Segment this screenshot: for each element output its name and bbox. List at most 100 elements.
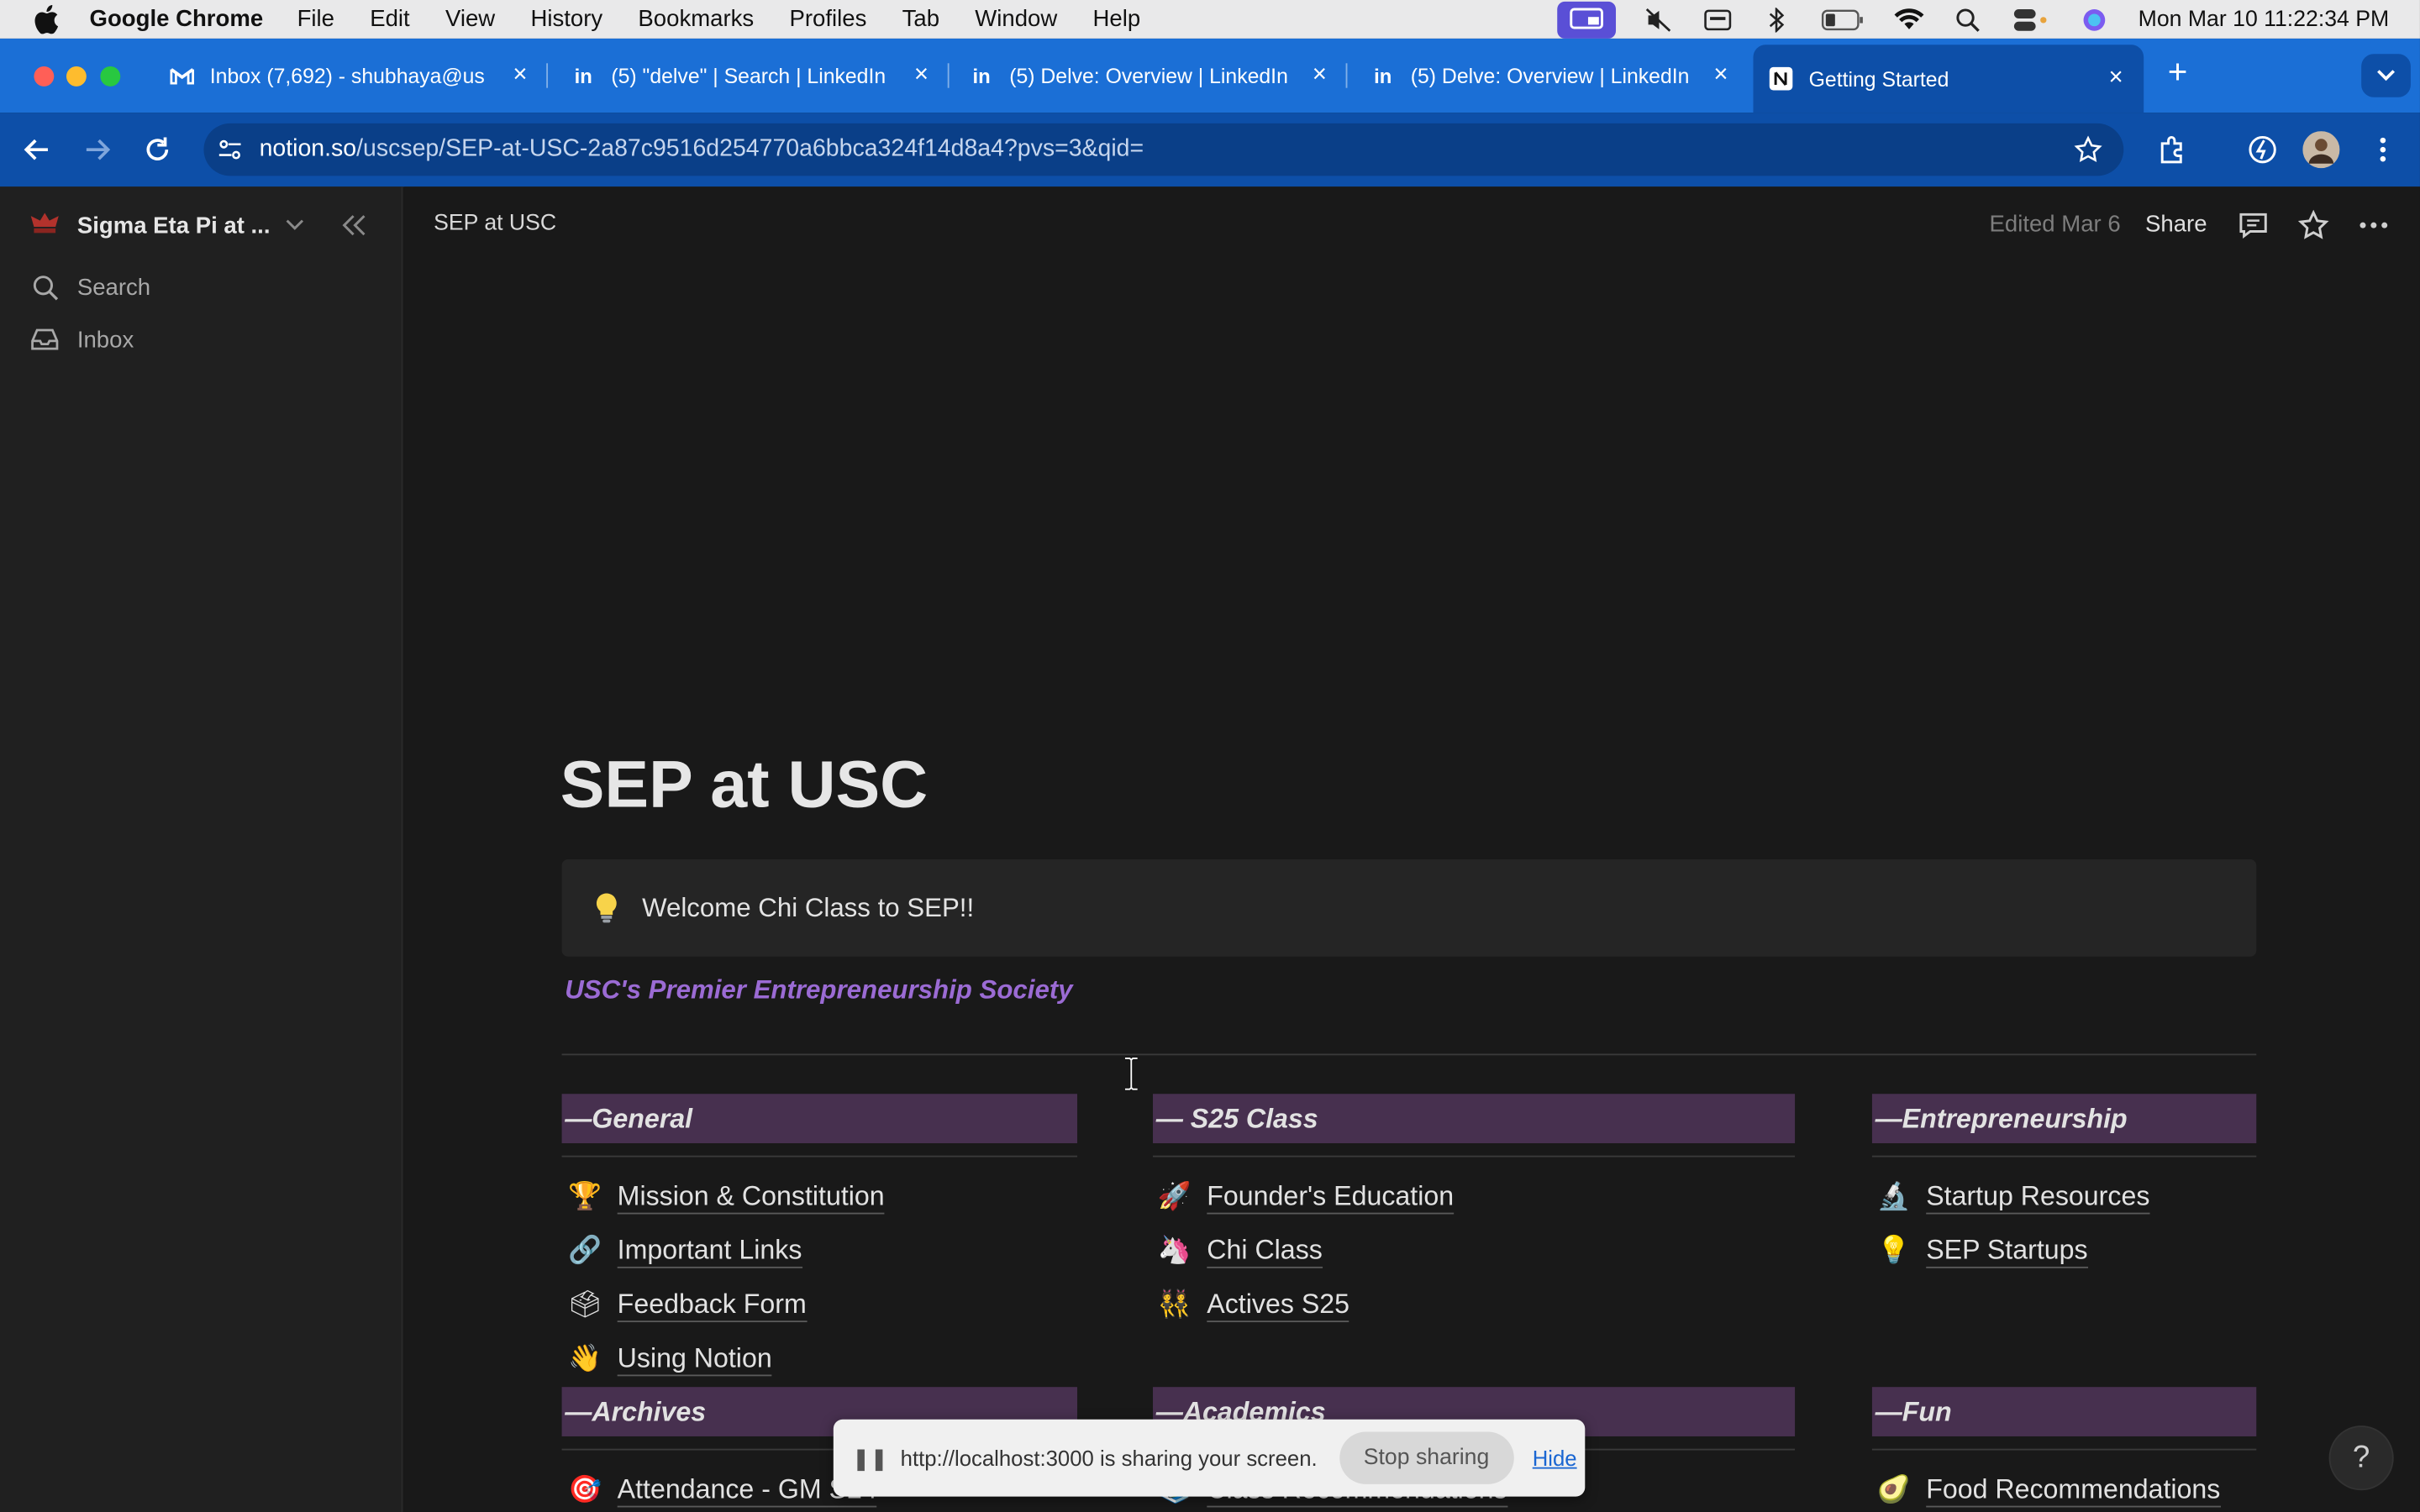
menu-bookmarks[interactable]: Bookmarks bbox=[638, 6, 754, 32]
hide-sharing-bar-link[interactable]: Hide bbox=[1533, 1446, 1577, 1470]
close-tab-icon[interactable]: × bbox=[508, 61, 532, 87]
menu-profiles[interactable]: Profiles bbox=[789, 6, 866, 32]
performance-icon[interactable] bbox=[2244, 131, 2281, 168]
apple-icon[interactable] bbox=[31, 4, 62, 35]
tab-separator bbox=[1345, 63, 1348, 88]
link-label: Food Recommendations bbox=[1926, 1471, 2221, 1507]
tab-gmail[interactable]: Inbox (7,692) - shubhaya@us × bbox=[170, 54, 549, 97]
breadcrumb[interactable]: SEP at USC bbox=[434, 212, 556, 236]
tab-separator bbox=[546, 63, 549, 88]
page-link-feedback-form[interactable]: 🗳 Feedback Form bbox=[566, 1284, 807, 1324]
help-button[interactable]: ? bbox=[2330, 1426, 2392, 1489]
macos-menubar: Google Chrome File Edit View History Boo… bbox=[0, 0, 2420, 39]
link-label: Using Notion bbox=[617, 1340, 772, 1376]
page-link-important-links[interactable]: 🔗 Important Links bbox=[566, 1230, 802, 1270]
linkedin-icon: in bbox=[972, 64, 991, 87]
menu-tab[interactable]: Tab bbox=[902, 6, 939, 32]
chain-link-icon: 🔗 bbox=[568, 1233, 602, 1265]
menu-edit[interactable]: Edit bbox=[370, 6, 409, 32]
tab-linkedin-search[interactable]: in (5) "delve" | Search | LinkedIn × bbox=[571, 54, 950, 97]
callout-block[interactable]: Welcome Chi Class to SEP!! bbox=[561, 859, 2257, 957]
sidebar-item-inbox[interactable]: Inbox bbox=[31, 323, 134, 356]
menubar-clock[interactable]: Mon Mar 10 11:22:34 PM bbox=[2139, 7, 2390, 31]
close-tab-icon[interactable]: × bbox=[1708, 61, 1733, 87]
page-link-attendance[interactable]: 🎯 Attendance - GM S24 bbox=[566, 1469, 877, 1509]
link-label: Mission & Constitution bbox=[617, 1178, 885, 1214]
menu-window[interactable]: Window bbox=[975, 6, 1057, 32]
forward-button[interactable] bbox=[79, 131, 116, 168]
mute-icon[interactable] bbox=[1644, 7, 1676, 31]
heading-s25-class[interactable]: — S25 Class bbox=[1153, 1094, 1796, 1143]
close-tab-icon[interactable]: × bbox=[2103, 65, 2128, 91]
linkedin-icon: in bbox=[1374, 64, 1392, 87]
bluetooth-icon[interactable] bbox=[1762, 7, 1793, 32]
people-icon: 👯 bbox=[1157, 1287, 1192, 1319]
control-center-icon[interactable] bbox=[2012, 7, 2052, 31]
link-label: Startup Resources bbox=[1926, 1178, 2150, 1214]
page-link-using-notion[interactable]: 👋 Using Notion bbox=[566, 1337, 772, 1378]
heading-divider bbox=[1871, 1155, 2257, 1158]
extensions-icon[interactable] bbox=[2154, 131, 2191, 168]
heading-general[interactable]: —General bbox=[561, 1094, 1078, 1143]
menu-history[interactable]: History bbox=[530, 6, 602, 32]
menu-file[interactable]: File bbox=[297, 6, 334, 32]
page-link-mission-constitution[interactable]: 🏆 Mission & Constitution bbox=[566, 1176, 885, 1216]
tab-search-button[interactable] bbox=[2361, 54, 2411, 97]
site-info-icon[interactable] bbox=[216, 136, 244, 164]
address-bar[interactable]: notion.so/uscsep/SEP-at-USC-2a87c9516d25… bbox=[203, 123, 2124, 176]
tab-linkedin-delve-2[interactable]: in (5) Delve: Overview | LinkedIn × bbox=[1370, 54, 1733, 97]
close-tab-icon[interactable]: × bbox=[1307, 61, 1332, 87]
siri-icon[interactable] bbox=[2080, 7, 2111, 31]
menu-app-name[interactable]: Google Chrome bbox=[90, 6, 264, 32]
page-subtitle[interactable]: USC's Premier Entrepreneurship Society bbox=[565, 975, 1072, 1006]
screen-share-icon[interactable] bbox=[1558, 0, 1617, 38]
back-button[interactable] bbox=[18, 131, 55, 168]
spotlight-search-icon[interactable] bbox=[1953, 7, 1984, 31]
link-label: Feedback Form bbox=[617, 1286, 807, 1322]
tab-title: (5) "delve" | Search | LinkedIn bbox=[611, 64, 886, 87]
workspace-switcher[interactable]: Sigma Eta Pi at ... bbox=[28, 208, 304, 242]
wifi-icon[interactable] bbox=[1894, 7, 1925, 31]
notion-icon bbox=[1769, 66, 1793, 91]
favorite-star-icon[interactable] bbox=[2296, 208, 2330, 242]
heading-entrepreneurship[interactable]: —Entrepreneurship bbox=[1871, 1094, 2257, 1143]
page-link-food-recommendations[interactable]: 🥑 Food Recommendations bbox=[1876, 1469, 2221, 1509]
minimize-window-button[interactable] bbox=[66, 66, 87, 87]
close-window-button[interactable] bbox=[34, 66, 55, 87]
reload-button[interactable] bbox=[139, 131, 176, 168]
page-title[interactable]: SEP at USC bbox=[560, 748, 928, 824]
maximize-window-button[interactable] bbox=[100, 66, 121, 87]
tab-notion-getting-started[interactable]: Getting Started × bbox=[1753, 45, 2144, 113]
page-link-startup-resources[interactable]: 🔬 Startup Resources bbox=[1876, 1176, 2150, 1216]
share-button[interactable]: Share bbox=[2145, 212, 2207, 238]
url-text[interactable]: notion.so/uscsep/SEP-at-USC-2a87c9516d25… bbox=[260, 136, 1144, 164]
menu-help[interactable]: Help bbox=[1093, 6, 1141, 32]
keyboard-icon[interactable] bbox=[1703, 7, 1734, 31]
heading-fun[interactable]: —Fun bbox=[1871, 1387, 2257, 1436]
tab-linkedin-delve-1[interactable]: in (5) Delve: Overview | LinkedIn × bbox=[969, 54, 1348, 97]
battery-icon[interactable] bbox=[1820, 7, 1866, 31]
tab-title: (5) Delve: Overview | LinkedIn bbox=[1410, 64, 1690, 87]
workspace-name: Sigma Eta Pi at ... bbox=[76, 212, 271, 239]
close-tab-icon[interactable]: × bbox=[909, 61, 934, 87]
chevron-down-icon bbox=[286, 214, 304, 236]
edited-timestamp[interactable]: Edited Mar 6 bbox=[1990, 212, 2121, 238]
page-link-founders-education[interactable]: 🚀 Founder's Education bbox=[1156, 1176, 1455, 1216]
bookmark-star-icon[interactable] bbox=[2074, 135, 2102, 164]
more-options-icon[interactable] bbox=[2357, 208, 2391, 242]
url-path: /uscsep/SEP-at-USC-2a87c9516d254770a6bbc… bbox=[356, 135, 1144, 162]
chrome-menu-icon[interactable] bbox=[2365, 131, 2402, 168]
new-tab-button[interactable]: + bbox=[2160, 52, 2194, 91]
tab-title: Inbox (7,692) - shubhaya@us bbox=[209, 64, 485, 87]
sidebar-item-search[interactable]: Search bbox=[31, 270, 150, 303]
page-link-chi-class[interactable]: 🦄 Chi Class bbox=[1156, 1230, 1323, 1270]
collapse-sidebar-icon[interactable] bbox=[339, 210, 371, 241]
stop-sharing-button[interactable]: Stop sharing bbox=[1339, 1431, 1514, 1484]
page-link-sep-startups[interactable]: 💡 SEP Startups bbox=[1876, 1230, 2088, 1270]
profile-avatar[interactable] bbox=[2302, 131, 2340, 169]
page-link-actives-s25[interactable]: 👯 Actives S25 bbox=[1156, 1284, 1350, 1324]
link-label: SEP Startups bbox=[1926, 1232, 2088, 1268]
menu-view[interactable]: View bbox=[445, 6, 495, 32]
sidebar-item-label: Search bbox=[76, 274, 151, 301]
comments-icon[interactable] bbox=[2236, 208, 2270, 242]
